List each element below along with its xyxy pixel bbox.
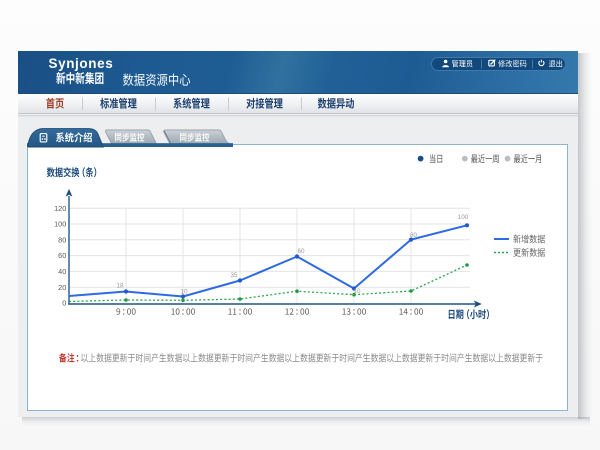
- svg-text:80: 80: [58, 235, 66, 244]
- svg-text:20: 20: [58, 283, 66, 292]
- svg-text:10: 10: [353, 288, 361, 295]
- svg-text:100: 100: [54, 220, 66, 229]
- svg-text:35: 35: [230, 272, 238, 279]
- svg-text:80: 80: [410, 232, 418, 239]
- svg-text:40: 40: [58, 267, 66, 276]
- svg-text:100: 100: [458, 214, 469, 221]
- svg-text:60: 60: [297, 248, 305, 255]
- svg-text:10: 10: [180, 289, 188, 296]
- svg-text:60: 60: [58, 251, 66, 260]
- svg-text:0: 0: [62, 299, 66, 308]
- svg-text:120: 120: [54, 204, 66, 213]
- svg-text:18: 18: [116, 283, 124, 290]
